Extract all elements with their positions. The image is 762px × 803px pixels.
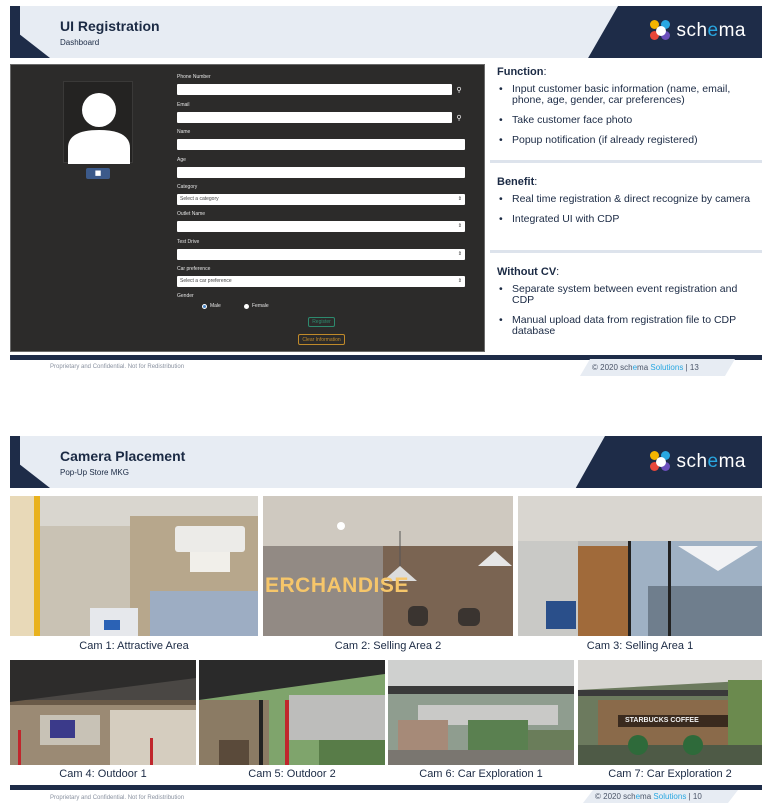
email-input[interactable] <box>177 112 452 123</box>
cam4-photo <box>10 660 196 765</box>
schema-logo-icon <box>650 451 672 473</box>
take-photo-button[interactable]: ■ <box>86 168 110 179</box>
user-silhouette-icon <box>68 93 130 164</box>
slide2-footer-confidential: Proprietary and Confidential. Not for Re… <box>50 795 185 801</box>
slide1-footer-copyright: © 2020 schema Solutions | 13 <box>580 359 735 376</box>
category-select-value: Select a category <box>180 196 219 202</box>
cam7-photo: STARBUCKS COFFEE <box>578 660 762 765</box>
slide2-title: Camera Placement <box>60 448 186 464</box>
cam5-photo <box>199 660 385 765</box>
schema-logo-icon <box>650 20 672 42</box>
category-select[interactable]: Select a category ⇕ <box>177 194 465 205</box>
gender-female-radio[interactable]: Female <box>244 303 269 309</box>
function-item: Input customer basic information (name, … <box>497 84 755 106</box>
schema-logo-text: schema <box>676 20 746 41</box>
without-cv-section: Without CV: Separate system between even… <box>497 266 755 346</box>
category-label: Category <box>177 184 198 190</box>
benefit-item: Integrated UI with CDP <box>497 214 755 226</box>
email-label: Email <box>177 102 190 108</box>
slide2-header: Camera Placement Pop-Up Store MKG schema <box>10 436 762 488</box>
category-chevron-icon: ⇕ <box>457 196 462 202</box>
phone-label: Phone Number <box>177 74 211 80</box>
slide1-title: UI Registration <box>60 18 160 34</box>
carpref-select-value: Select a car preference <box>180 278 232 284</box>
cam7-caption: Cam 7: Car Exploration 2 <box>608 768 732 780</box>
slide1-subtitle: Dashboard <box>60 38 100 47</box>
slide2-subtitle: Pop-Up Store MKG <box>60 468 129 477</box>
carpref-label: Car preference <box>177 266 211 272</box>
outlet-select[interactable]: ⇕ <box>177 221 465 232</box>
cam4-caption: Cam 4: Outdoor 1 <box>59 768 147 780</box>
function-heading: Function <box>497 66 544 78</box>
slide1-header: UI Registration Dashboard schema <box>10 6 762 58</box>
function-item: Take customer face photo <box>497 115 755 127</box>
register-button[interactable]: Register <box>308 317 335 327</box>
slide2-footer-bar <box>10 785 762 790</box>
schema-logo: schema <box>650 451 746 473</box>
starbucks-sign: STARBUCKS COFFEE <box>625 717 699 724</box>
registration-form-panel: ■ Phone Number ⚲ Email ⚲ Name Age Catego… <box>10 64 485 352</box>
function-section: Function: Input customer basic informati… <box>497 66 755 155</box>
benefit-heading: Benefit <box>497 176 535 188</box>
schema-logo: schema <box>650 20 746 42</box>
name-label: Name <box>177 129 191 135</box>
cam5-caption: Cam 5: Outdoor 2 <box>248 768 336 780</box>
outlet-chevron-icon: ⇕ <box>457 223 462 229</box>
divider <box>490 160 762 163</box>
age-input[interactable] <box>177 167 465 178</box>
cam2-caption: Cam 2: Selling Area 2 <box>334 640 442 652</box>
name-input[interactable] <box>177 139 465 150</box>
merchandise-sign: ERCHANDISE <box>265 574 409 597</box>
carpref-chevron-icon: ⇕ <box>457 278 462 284</box>
cam6-caption: Cam 6: Car Exploration 1 <box>419 768 543 780</box>
function-item: Popup notification (if already registere… <box>497 135 755 147</box>
camera-icon: ■ <box>94 169 102 177</box>
divider <box>490 250 762 253</box>
benefit-section: Benefit: Real time registration & direct… <box>497 176 755 234</box>
benefit-item: Real time registration & direct recogniz… <box>497 194 755 206</box>
cam2-photo: ERCHANDISE <box>263 496 513 636</box>
cam3-photo <box>518 496 762 636</box>
without-cv-heading: Without CV <box>497 266 557 278</box>
gender-male-radio[interactable]: Male <box>202 303 221 309</box>
cam1-caption: Cam 1: Attractive Area <box>79 640 189 652</box>
face-photo-placeholder <box>63 81 133 164</box>
cam3-caption: Cam 3: Selling Area 1 <box>586 640 694 652</box>
cam6-photo <box>388 660 574 765</box>
testdrive-chevron-icon: ⇕ <box>457 251 462 257</box>
email-search-icon[interactable]: ⚲ <box>454 113 464 123</box>
phone-search-icon[interactable]: ⚲ <box>454 85 464 95</box>
slide1-footer-confidential: Proprietary and Confidential. Not for Re… <box>50 364 185 370</box>
testdrive-select[interactable]: ⇕ <box>177 249 465 260</box>
cam1-photo <box>10 496 258 636</box>
clear-information-button[interactable]: Clear Information <box>298 334 345 345</box>
gender-female-label: Female <box>252 303 269 309</box>
gender-label: Gender <box>177 293 194 299</box>
age-label: Age <box>177 157 186 163</box>
carpref-select[interactable]: Select a car preference ⇕ <box>177 276 465 287</box>
without-cv-item: Separate system between event registrati… <box>497 284 755 306</box>
schema-logo-text: schema <box>676 451 746 472</box>
page: UI Registration Dashboard schema ■ Phone… <box>0 0 762 803</box>
without-cv-item: Manual upload data from registration fil… <box>497 315 755 337</box>
slide2-footer-copyright: © 2020 schema Solutions | 10 <box>583 790 738 803</box>
outlet-label: Outlet Name <box>177 211 206 217</box>
phone-input[interactable] <box>177 84 452 95</box>
gender-male-label: Male <box>210 303 221 309</box>
testdrive-label: Test Drive <box>177 239 200 245</box>
